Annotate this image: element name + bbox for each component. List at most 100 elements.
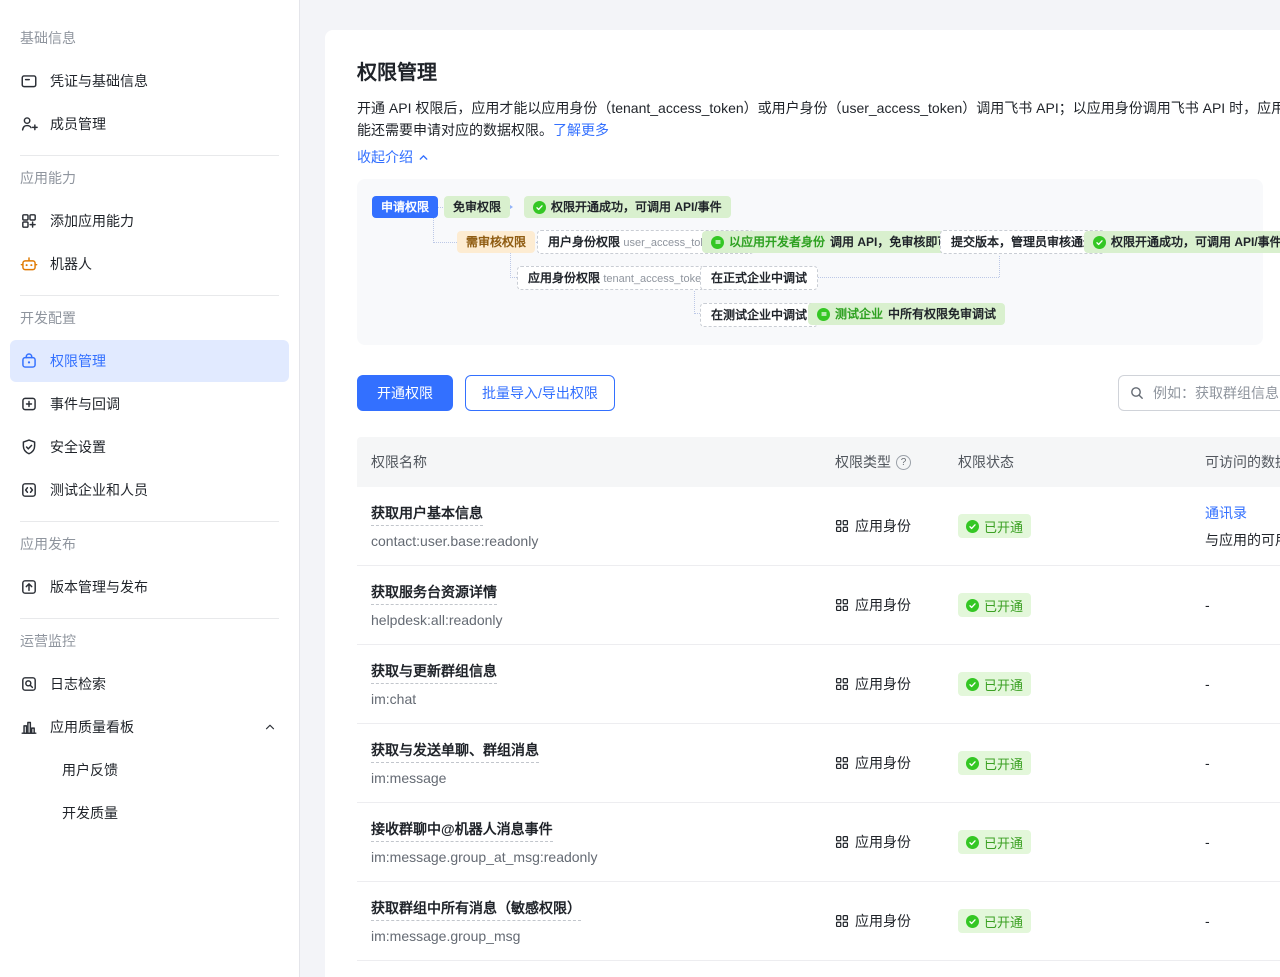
permission-title[interactable]: 获取服务台资源详情 (371, 582, 497, 605)
permission-code: im:message (371, 770, 821, 786)
apply-permission-badge: 申请权限 (372, 196, 438, 218)
scope-dash: - (1191, 645, 1280, 723)
robot-icon (20, 255, 38, 273)
permission-type: 应用身份 (855, 911, 911, 931)
review-required-badge: 需审核权限 (457, 231, 535, 253)
app-identity-icon (835, 598, 849, 612)
permission-code: im:message.group_msg (371, 928, 821, 944)
scope-link[interactable]: 通讯录 (1205, 505, 1247, 521)
tenant-token-label: 应用身份权限 (528, 271, 600, 285)
scope-dash: - (1191, 882, 1280, 960)
sidebar-item-bot[interactable]: 机器人 (10, 243, 289, 285)
sidebar-item-add-capability[interactable]: 添加应用能力 (10, 200, 289, 242)
sidebar-item-members[interactable]: 成员管理 (10, 103, 289, 145)
sidebar-item-credentials[interactable]: 凭证与基础信息 (10, 60, 289, 102)
status-badge: 已开通 (958, 751, 1031, 775)
check-circle-icon (1093, 236, 1106, 249)
table-header: 权限名称 权限类型? 权限状态 可访问的数据范围 (357, 437, 1280, 487)
sidebar: 基础信息 凭证与基础信息 成员管理 应用能力 添加应用能力 机器人 开发配置 权… (0, 0, 300, 977)
toolbar: 开通权限 批量导入/导出权限 (357, 375, 1280, 411)
sidebar-item-label: 测试企业和人员 (50, 480, 148, 500)
table-row: 获取用户基本信息 contact:user.base:readonly 应用身份… (357, 487, 1280, 566)
sidebar-item-label: 凭证与基础信息 (50, 71, 148, 91)
status-badge: 已开通 (958, 672, 1031, 696)
permission-type: 应用身份 (855, 753, 911, 773)
sidebar-item-label: 权限管理 (50, 351, 106, 371)
collapse-intro-link[interactable]: 收起介绍 (357, 147, 430, 167)
sidebar-item-events-callbacks[interactable]: 事件与回调 (10, 383, 289, 425)
status-badge: 已开通 (958, 514, 1031, 538)
sidebar-item-test-corp[interactable]: 测试企业和人员 (10, 469, 289, 511)
table-row: 获取与发送单聊、群组消息 im:message 应用身份 已开通 - (357, 724, 1280, 803)
sidebar-item-security-settings[interactable]: 安全设置 (10, 426, 289, 468)
scope-dash: - (1191, 724, 1280, 802)
sidebar-subitem-dev-quality[interactable]: 开发质量 (10, 792, 289, 834)
app-identity-icon (835, 835, 849, 849)
permission-title[interactable]: 获取与更新群组信息 (371, 661, 497, 684)
permission-code: contact:user.base:readonly (371, 533, 821, 549)
open-permission-button[interactable]: 开通权限 (357, 375, 453, 411)
sidebar-item-version-release[interactable]: 版本管理与发布 (10, 566, 289, 608)
chevron-up-icon[interactable] (261, 720, 279, 734)
permission-search-box[interactable] (1118, 375, 1280, 411)
permission-flow-diagram: 申请权限 免审权限 权限开通成功，可调用 API/事件 需审核权限 用户身份权限… (357, 179, 1263, 345)
test-corp-rest-text: 中所有权限免审调试 (888, 303, 996, 325)
status-badge: 已开通 (958, 593, 1031, 617)
search-input[interactable] (1153, 385, 1280, 401)
sidebar-item-label: 安全设置 (50, 437, 106, 457)
event-icon (20, 395, 38, 413)
permission-title[interactable]: 获取与发送单聊、群组消息 (371, 740, 539, 763)
sidebar-section-ops-monitor: 运营监控 (0, 629, 299, 653)
permission-code: im:message.group_at_msg:readonly (371, 849, 821, 865)
log-search-icon (20, 675, 38, 693)
permission-title[interactable]: 获取用户基本信息 (371, 503, 483, 526)
success-text: 权限开通成功，可调用 API/事件 (1111, 231, 1280, 253)
debug-icon (817, 308, 830, 321)
sidebar-item-quality-dashboard[interactable]: 应用质量看板 (10, 706, 289, 748)
bar-chart-icon (20, 718, 38, 736)
sidebar-subitem-user-feedback[interactable]: 用户反馈 (10, 749, 289, 791)
no-review-badge: 免审权限 (444, 196, 510, 218)
dev-debug-green-text: 以应用开发者身份 (729, 231, 825, 253)
main-content: 权限管理 开通 API 权限后，应用才能以应用身份（tenant_access_… (300, 0, 1280, 977)
status-badge: 已开通 (958, 909, 1031, 933)
col-header-status: 权限状态 (944, 452, 1191, 472)
table-row: 获取与更新群组信息 im:chat 应用身份 已开通 - (357, 645, 1280, 724)
sidebar-divider (20, 618, 279, 619)
test-corp-green-text: 测试企业 (835, 303, 883, 325)
sidebar-section-release: 应用发布 (0, 532, 299, 556)
success-text: 权限开通成功，可调用 API/事件 (551, 196, 722, 218)
sidebar-item-label: 版本管理与发布 (50, 577, 148, 597)
col-header-scope: 可访问的数据范围 (1191, 452, 1280, 472)
connector (433, 242, 457, 243)
question-circle-icon[interactable]: ? (896, 455, 911, 470)
table-row: 获取服务台资源详情 helpdesk:all:readonly 应用身份 已开通… (357, 566, 1280, 645)
sidebar-divider (20, 155, 279, 156)
user-token-label: 用户身份权限 (548, 235, 620, 249)
permission-title[interactable]: 接收群聊中@机器人消息事件 (371, 819, 553, 842)
member-add-icon (20, 115, 38, 133)
sidebar-section-capabilities: 应用能力 (0, 166, 299, 190)
connector (510, 277, 517, 278)
sidebar-item-label: 事件与回调 (50, 394, 120, 414)
sidebar-item-label: 成员管理 (50, 114, 106, 134)
sidebar-divider (20, 521, 279, 522)
sidebar-item-log-search[interactable]: 日志检索 (10, 663, 289, 705)
app-identity-icon (835, 914, 849, 928)
batch-import-export-button[interactable]: 批量导入/导出权限 (465, 375, 615, 411)
sidebar-item-permission-management[interactable]: 权限管理 (10, 340, 289, 382)
learn-more-link[interactable]: 了解更多 (553, 122, 609, 138)
add-capability-icon (20, 212, 38, 230)
sidebar-item-label: 机器人 (50, 254, 92, 274)
check-circle-icon (966, 915, 979, 928)
sidebar-item-label: 应用质量看板 (50, 717, 134, 737)
col-header-name: 权限名称 (357, 452, 821, 472)
test-debug-box: 在测试企业中调试 (700, 303, 818, 327)
test-corp-badge: 测试企业 中所有权限免审调试 (808, 303, 1005, 325)
sidebar-subitem-label: 用户反馈 (62, 760, 118, 780)
intro-text: 开通 API 权限后，应用才能以应用身份（tenant_access_token… (357, 97, 1280, 141)
permission-type: 应用身份 (855, 674, 911, 694)
table-row: 读取用户发给机器人的单聊消息（敏感权限） im:message.p2p_msg … (357, 961, 1280, 977)
permission-code: helpdesk:all:readonly (371, 612, 821, 628)
permission-title[interactable]: 获取群组中所有消息（敏感权限） (371, 898, 581, 921)
